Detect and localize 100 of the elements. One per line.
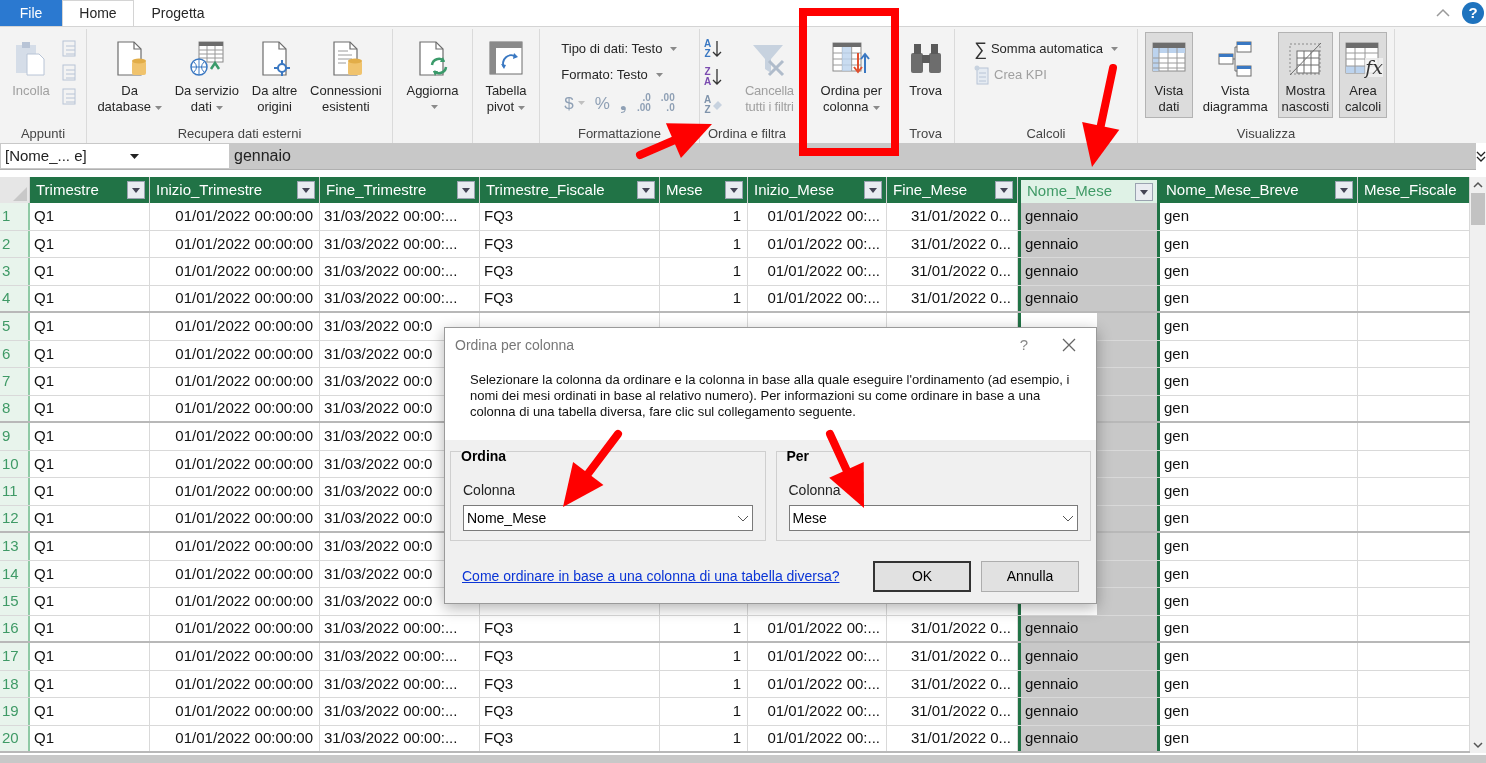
column-header[interactable]: Fine_Trimestre (320, 177, 480, 203)
table-cell: 01/01/2022 00:00:00 (150, 340, 320, 367)
close-icon[interactable] (1062, 338, 1076, 352)
table-cell: 1 (660, 615, 748, 641)
ribbon-tab[interactable]: Progetta (134, 0, 222, 26)
ribbon-button[interactable]: Da servizio dati (170, 32, 243, 118)
dropdown-caret-icon (577, 101, 585, 105)
table-cell: 1 (660, 698, 748, 725)
dropdown-caret-icon (154, 105, 162, 110)
row-number: 9 (0, 423, 30, 450)
table-cell: gen (1160, 505, 1358, 531)
filter-dropdown-icon[interactable] (1335, 181, 1353, 199)
help-button[interactable]: ? (1014, 333, 1034, 357)
ribbon-small-button[interactable]: Formato: Testo (558, 62, 681, 88)
table-cell: FQ3 (480, 725, 660, 751)
horizontal-scrollbar[interactable] (0, 755, 1486, 763)
table-cell: gennaio (1018, 285, 1160, 311)
column-header[interactable]: Trimestre_Fiscale (480, 177, 660, 203)
filter-dropdown-icon[interactable] (725, 181, 743, 199)
row-number: 18 (0, 670, 30, 697)
expand-icon[interactable] (1476, 143, 1486, 170)
dialog-button[interactable]: OK (873, 561, 971, 592)
column-header[interactable]: Mese_Fiscale (1358, 177, 1470, 203)
formula-field[interactable]: gennaio (230, 143, 1476, 169)
table-cell: Q1 (30, 670, 150, 697)
ribbon-button[interactable]: Vista dati (1144, 32, 1193, 118)
table-cell: 31/03/2022 00:00:... (320, 203, 480, 230)
table-cell: 01/01/2022 00:... (748, 615, 887, 641)
table-cell: Q1 (30, 285, 150, 311)
row-number: 4 (0, 285, 30, 311)
table-cell: Q1 (30, 615, 150, 641)
table-cell: gen (1160, 560, 1358, 587)
row-number: 10 (0, 450, 30, 477)
collapse-ribbon-icon[interactable] (1436, 8, 1450, 18)
row-number: 13 (0, 533, 30, 560)
table-cell: 31/03/2022 00:00:... (320, 725, 480, 751)
dropdown-caret-icon (518, 105, 526, 110)
table-cell: 1 (660, 258, 748, 285)
group-label: Trova (909, 124, 942, 143)
table-cell: 31/03/2022 00:00:... (320, 285, 480, 311)
ribbon-button[interactable]: Tabella pivot (481, 32, 531, 118)
table-cell: FQ3 (480, 670, 660, 697)
table-cell: Q1 (30, 368, 150, 395)
table-cell: 01/01/2022 00:... (748, 230, 887, 257)
ribbon-tab[interactable]: File (0, 0, 62, 26)
table-cell: gen (1160, 230, 1358, 257)
name-box[interactable]: [Nome_... e] (0, 143, 230, 169)
column-header[interactable]: Inizio_Trimestre (150, 177, 320, 203)
filter-dropdown-icon[interactable] (1135, 182, 1153, 201)
ribbon-button[interactable]: Mostra nascosti (1277, 32, 1334, 118)
table-cell: FQ3 (480, 258, 660, 285)
filter-dropdown-icon[interactable] (995, 181, 1013, 199)
ribbon-button[interactable]: Connessioni esistenti (306, 32, 386, 118)
triangle-icon (13, 187, 27, 201)
table-cell: gennaio (1018, 258, 1160, 285)
row-number: 15 (0, 588, 30, 615)
column-header[interactable]: Fine_Mese (887, 177, 1018, 203)
table-cell: 31/03/2022 00:00:... (320, 258, 480, 285)
filter-dropdown-icon[interactable] (637, 181, 655, 199)
filter-dropdown-icon[interactable] (864, 181, 882, 199)
ribbon-button[interactable]: Da altre origini (247, 32, 302, 118)
ribbon-button[interactable]: Da database (93, 32, 166, 118)
down-arrow-icon (712, 40, 723, 58)
table-cell (1097, 588, 1157, 615)
table-cell: 01/01/2022 00:00:00 (150, 450, 320, 477)
dropdown-caret-icon (130, 153, 139, 159)
group-label: Recupera dati esterni (177, 124, 302, 143)
table-cell: Q1 (30, 313, 150, 340)
ribbon-button[interactable]: Vista diagramma (1198, 32, 1272, 118)
dialog-button[interactable]: Annulla (981, 561, 1079, 592)
ribbon-button[interactable]: Aggiorna (402, 32, 463, 118)
filter-dropdown-icon[interactable] (297, 181, 315, 199)
filter-dropdown-icon[interactable] (127, 181, 145, 199)
sort-button[interactable]: A Z (704, 36, 723, 62)
help-icon[interactable]: ? (1462, 2, 1484, 24)
table-cell (1097, 533, 1157, 560)
table-cell: 31/03/2022 00:00:... (320, 615, 480, 641)
table-cell: 1 (660, 203, 748, 230)
column-select[interactable]: Nome_Mese (463, 505, 753, 531)
table-cell: Q1 (30, 533, 150, 560)
column-header[interactable]: Trimestre (30, 177, 150, 203)
table-cell: 1 (660, 670, 748, 697)
filter-dropdown-icon[interactable] (457, 181, 475, 199)
ribbon-button[interactable]: Ordina per colonna (816, 32, 886, 118)
ribbon-tab[interactable]: Home (62, 0, 134, 26)
ribbon-small-button[interactable]: ∑ Somma automatica (971, 36, 1121, 62)
table-cell: Q1 (30, 588, 150, 615)
ribbon-button[interactable]: Trova (901, 32, 950, 118)
sort-button[interactable]: Z A (704, 64, 723, 90)
column-header[interactable]: Mese (660, 177, 748, 203)
ribbon-button[interactable]: fx Area calcoli (1339, 32, 1388, 118)
column-select[interactable]: Mese (788, 505, 1078, 531)
scrollbar-thumb[interactable] (1471, 193, 1485, 225)
dropdown-caret-icon (431, 105, 438, 109)
table-cell: Q1 (30, 643, 150, 670)
table-cell (1097, 505, 1157, 531)
table-cell (1097, 395, 1157, 421)
column-header[interactable]: Inizio_Mese (748, 177, 887, 203)
ribbon-small-button[interactable]: Tipo di dati: Testo (558, 36, 681, 62)
column-header[interactable]: Nome_Mese_Breve (1160, 177, 1358, 203)
